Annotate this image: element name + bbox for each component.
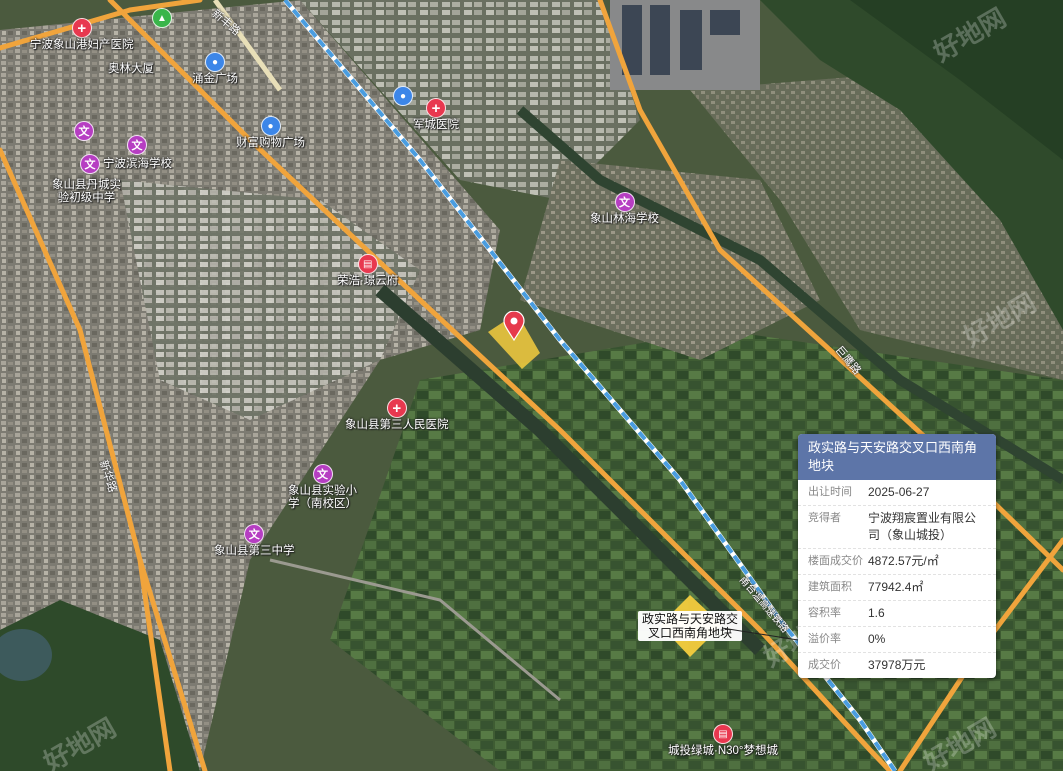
poi-binhai-school[interactable]: 文 宁波滨海学校 (80, 154, 172, 174)
school-icon: 文 (80, 154, 100, 174)
poi-jiancheng-middle[interactable]: 象山县丹城实 验初级中学 (52, 178, 121, 205)
location-pin-icon[interactable] (503, 310, 525, 346)
info-card-rows: 出让时间 2025-06-27 竞得者 宁波翔宸置业有限公司（象山城投） 楼面成… (798, 480, 996, 678)
hospital-cross-icon: + (426, 98, 446, 118)
info-row-premium: 溢价率 0% (798, 626, 996, 652)
poi-third-hospital[interactable]: + 象山县第三人民医院 (345, 398, 449, 432)
poi-shop-marker[interactable]: ● (393, 86, 413, 106)
hospital-cross-icon: + (386, 398, 407, 418)
shopping-bag-icon: ● (205, 52, 225, 72)
info-row-floor-area: 建筑面积 77942.4㎡ (798, 574, 996, 600)
land-plot-label[interactable]: 政实路与天安路交 叉口西南角地块 (638, 611, 743, 641)
info-row-date: 出让时间 2025-06-27 (808, 485, 930, 499)
poi-linhai-school[interactable]: 文 象山林海学校 (590, 192, 659, 226)
info-row-winner: 竞得者 宁波翔宸置业有限公司（象山城投） (798, 505, 996, 548)
poi-mengxiang-city[interactable]: ▤ 城投绿城·N30°梦想城 (668, 724, 778, 758)
poi-third-middle[interactable]: 文 象山县第三中学 (214, 524, 295, 558)
satellite-map[interactable]: 好地网 好地网 好地网 好地网 好地网 新丰路 新华路 巨鹰路 甬台温高速铁路 … (0, 0, 1063, 771)
building-icon: ▤ (713, 724, 734, 744)
poi-junhai-hospital[interactable]: + 军城医院 (413, 98, 459, 132)
poi-school-b[interactable]: 文 (127, 135, 147, 155)
poi-aoyuan-mansion[interactable]: 奥林大厦 (108, 62, 154, 76)
info-row-unit-price: 楼面成交价 4872.57元/㎡ (798, 548, 996, 574)
school-icon: 文 (312, 464, 333, 484)
building-icon: ▤ (357, 254, 378, 274)
info-row-deal-price: 成交价 37978万元 (798, 652, 996, 678)
poi-yongjin-plaza[interactable]: ● 涌金广场 (192, 52, 238, 86)
poi-school-a[interactable]: 文 (74, 121, 94, 141)
shopping-bag-icon: ● (260, 116, 281, 136)
poi-park-top[interactable]: ▲ (152, 8, 172, 28)
school-icon: 文 (127, 135, 147, 155)
mountain-icon: ▲ (152, 8, 172, 28)
school-icon: 文 (244, 524, 265, 544)
info-row-plot-ratio: 容积率 1.6 (798, 600, 996, 626)
school-icon: 文 (614, 192, 635, 212)
poi-ronghao-yunfu[interactable]: ▤ 荣浩·璟云府 (337, 254, 398, 288)
school-icon: 文 (74, 121, 94, 141)
shopping-bag-icon: ● (393, 86, 413, 106)
poi-shiyan-primary[interactable]: 文 象山县实验小 学（南校区） (288, 464, 357, 511)
info-card-title: 政实路与天安路交叉口西南角地块 (798, 434, 996, 480)
hospital-cross-icon: + (71, 18, 92, 38)
poi-xiangshan-gangfu-hospital[interactable]: + 宁波象山港妇产医院 (30, 18, 134, 52)
land-info-card[interactable]: 政实路与天安路交叉口西南角地块 出让时间 2025-06-27 竞得者 宁波翔宸… (798, 434, 996, 678)
poi-caifu-shopping[interactable]: ● 财富购物广场 (236, 116, 305, 150)
